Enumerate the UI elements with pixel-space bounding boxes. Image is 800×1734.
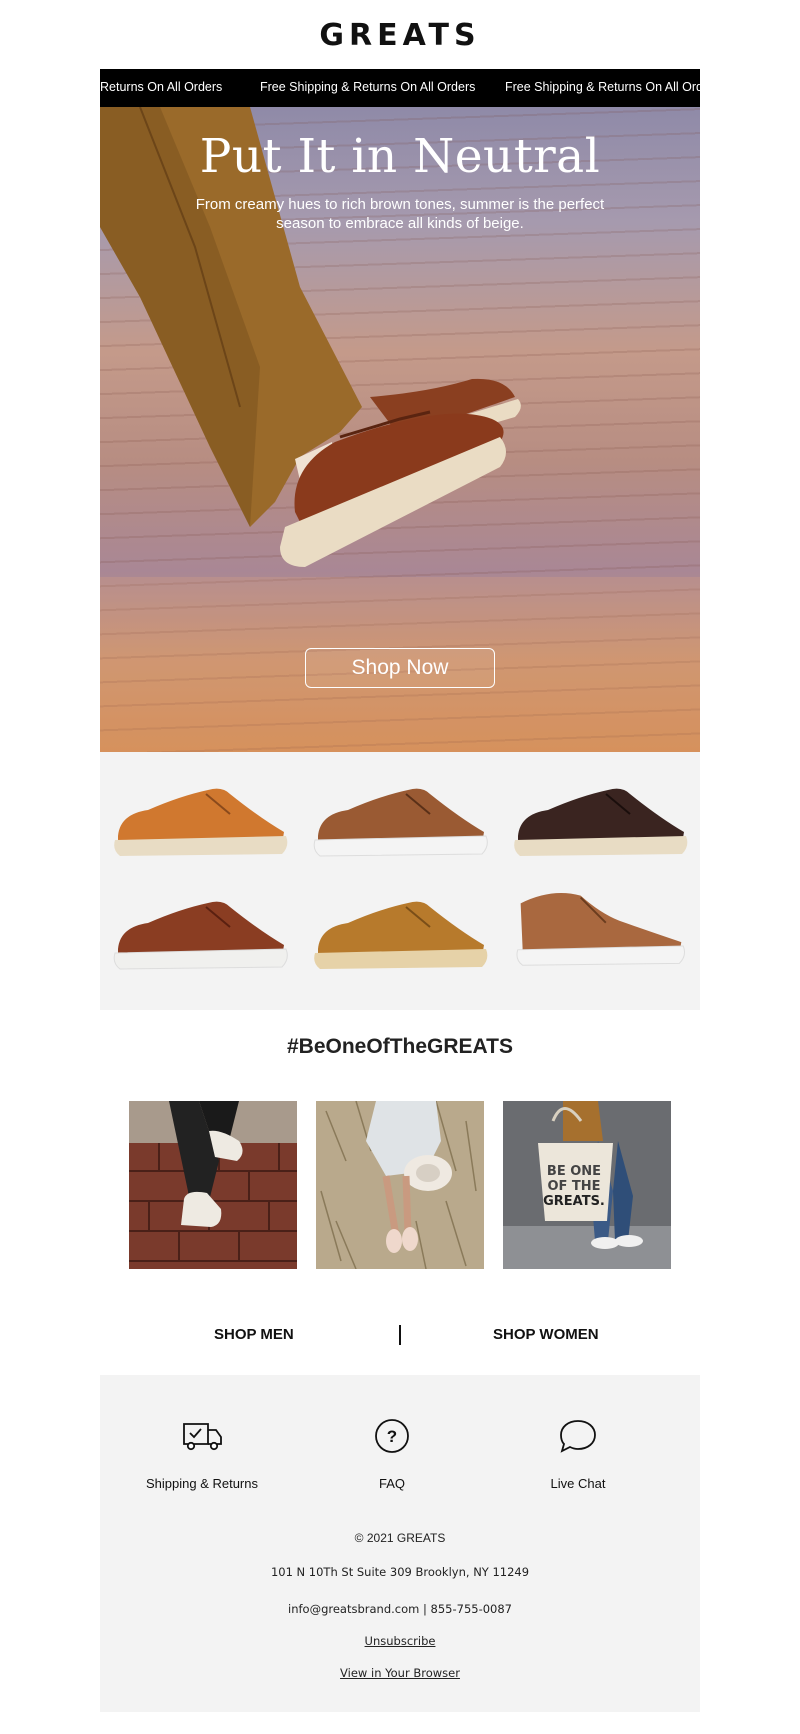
tote-text-line-2: OF THE: [547, 1179, 600, 1194]
company-address: 101 N 10Th St Suite 309 Brooklyn, NY 112…: [270, 1565, 530, 1579]
marquee-item: Returns On All Orders: [100, 80, 223, 94]
community-photo-1[interactable]: [129, 1101, 297, 1269]
truck-icon[interactable]: [180, 1418, 224, 1454]
live-chat-link[interactable]: Live Chat: [498, 1476, 658, 1491]
marquee-item: Free Shipping & Returns On All Orders: [505, 80, 700, 94]
hero-banner[interactable]: Put It in Neutral From creamy hues to ri…: [100, 107, 700, 752]
product-sneaker-3[interactable]: [510, 774, 690, 864]
contact-info[interactable]: info@greatsbrand.com | 855-755-0087: [100, 1602, 700, 1616]
product-sneaker-1[interactable]: [110, 774, 290, 864]
question-circle-icon[interactable]: ?: [370, 1418, 414, 1454]
community-hashtag: #BeOneOfTheGREATS: [287, 1035, 513, 1058]
marquee-item: Free Shipping & Returns On All Orders: [260, 80, 476, 94]
faq-link[interactable]: FAQ: [312, 1476, 472, 1491]
hero-title: Put It in Neutral: [199, 129, 601, 184]
unsubscribe-link[interactable]: Unsubscribe: [100, 1634, 700, 1648]
shop-women-link[interactable]: SHOP WOMEN: [493, 1326, 599, 1343]
svg-text:?: ?: [387, 1427, 397, 1446]
product-sneaker-4[interactable]: [110, 887, 290, 977]
community-photo-3[interactable]: BE ONE OF THE GREATS.: [503, 1101, 671, 1269]
shipping-marquee: Returns On All Orders Free Shipping & Re…: [100, 69, 700, 107]
brand-logo[interactable]: GREATS: [0, 18, 800, 53]
view-in-browser-link[interactable]: View in Your Browser: [100, 1666, 700, 1680]
product-sneaker-6[interactable]: [510, 884, 690, 974]
shop-men-link[interactable]: SHOP MEN: [214, 1326, 294, 1343]
product-sneaker-2[interactable]: [310, 774, 490, 864]
email-page: GREATS Returns On All Orders Free Shippi…: [0, 0, 800, 1734]
shop-now-button[interactable]: Shop Now: [305, 648, 495, 688]
product-sneaker-5[interactable]: [310, 887, 490, 977]
shipping-returns-link[interactable]: Shipping & Returns: [122, 1476, 282, 1491]
chat-bubble-icon[interactable]: [556, 1418, 600, 1454]
community-photo-2[interactable]: [316, 1101, 484, 1269]
shop-links-divider: [399, 1325, 401, 1345]
tote-text-line-1: BE ONE: [547, 1164, 601, 1179]
copyright: © 2021 GREATS: [354, 1531, 446, 1545]
hero-subtitle: From creamy hues to rich brown tones, su…: [195, 196, 605, 232]
tote-text-line-3: GREATS.: [543, 1194, 605, 1209]
footer: Shipping & Returns ? FAQ Live Chat © 202…: [100, 1375, 700, 1712]
product-grid: [100, 752, 700, 1010]
